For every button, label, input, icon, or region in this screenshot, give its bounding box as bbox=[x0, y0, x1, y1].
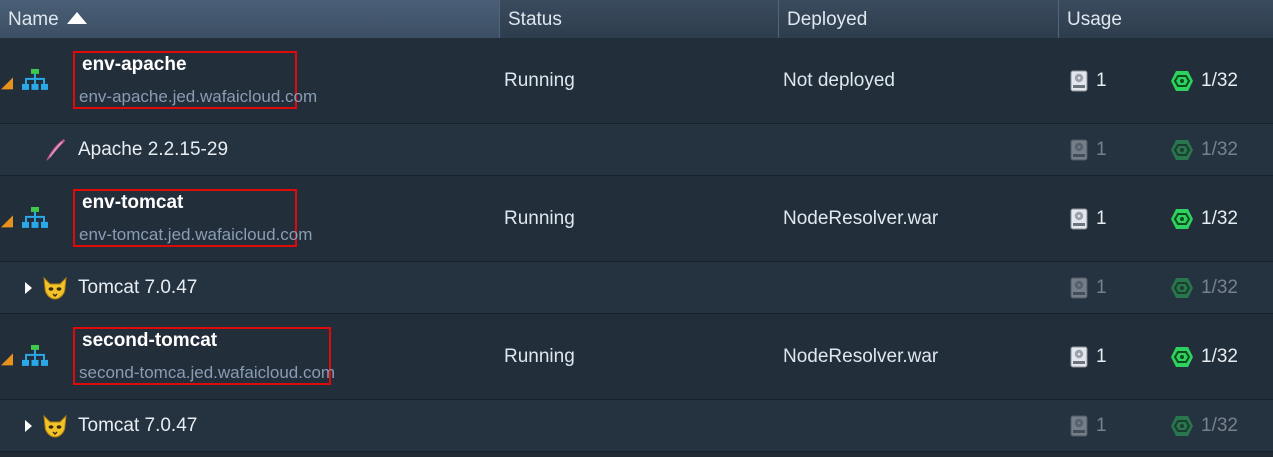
disk-count: 1 bbox=[1096, 207, 1107, 229]
apache-feather-icon bbox=[42, 137, 68, 163]
disk-usage: 1 bbox=[1070, 346, 1107, 368]
cloudlet-icon bbox=[1170, 70, 1194, 92]
environment-row[interactable]: env-apache env-apache.jed.wafaicloud.com R… bbox=[0, 38, 1273, 124]
disk-usage: 1 bbox=[1070, 208, 1107, 230]
column-header-name[interactable]: Name bbox=[0, 0, 500, 38]
grid-header: Name Status Deployed Usage bbox=[0, 0, 1273, 39]
node-name: Apache 2.2.15-29 bbox=[78, 138, 229, 160]
collapse-arrow-icon[interactable] bbox=[1, 214, 13, 227]
environments-grid: Name Status Deployed Usage env-apache env… bbox=[0, 0, 1273, 457]
environment-status: Running bbox=[504, 345, 575, 367]
disk-usage: 1 bbox=[1070, 415, 1107, 437]
expand-arrow-icon[interactable] bbox=[25, 281, 32, 294]
disk-icon bbox=[1070, 208, 1088, 230]
column-header-status[interactable]: Status bbox=[500, 0, 779, 38]
node-row[interactable]: Apache 2.2.15-29 1 1/32 bbox=[0, 124, 1273, 176]
environment-status: Running bbox=[504, 69, 575, 91]
environment-row[interactable]: env-tomcat env-tomcat.jed.wafaicloud.com R… bbox=[0, 176, 1273, 262]
collapse-arrow-icon[interactable] bbox=[1, 76, 13, 89]
cloudlet-count: 1/32 bbox=[1201, 138, 1238, 160]
cloudlet-icon bbox=[1170, 139, 1194, 161]
cloudlet-icon bbox=[1170, 208, 1194, 230]
environment-name: second-tomcat bbox=[82, 330, 218, 351]
node-row[interactable]: Tomcat 7.0.47 1 1/32 bbox=[0, 262, 1273, 314]
disk-usage: 1 bbox=[1070, 70, 1107, 92]
environment-domain-link[interactable]: env-apache.jed.wafaicloud.com bbox=[79, 87, 317, 107]
disk-icon bbox=[1070, 415, 1088, 437]
cloudlet-usage: 1/32 bbox=[1170, 415, 1238, 437]
column-header-name-label: Name bbox=[8, 9, 59, 30]
cloudlet-usage: 1/32 bbox=[1170, 346, 1238, 368]
environment-domain-link[interactable]: env-tomcat.jed.wafaicloud.com bbox=[79, 225, 312, 245]
disk-count: 1 bbox=[1096, 414, 1107, 436]
cloudlet-count: 1/32 bbox=[1201, 207, 1238, 229]
disk-icon bbox=[1070, 346, 1088, 368]
disk-icon bbox=[1070, 139, 1088, 161]
tomcat-cat-icon bbox=[42, 275, 68, 301]
environment-deployed: NodeResolver.war bbox=[783, 345, 939, 367]
environment-domain-link[interactable]: second-tomca.jed.wafaicloud.com bbox=[79, 363, 335, 383]
disk-icon bbox=[1070, 277, 1088, 299]
environment-deployed: Not deployed bbox=[783, 69, 895, 91]
cloudlet-count: 1/32 bbox=[1201, 345, 1238, 367]
column-header-usage[interactable]: Usage bbox=[1059, 0, 1273, 38]
cloudlet-count: 1/32 bbox=[1201, 276, 1238, 298]
tomcat-cat-icon bbox=[42, 413, 68, 439]
environment-topology-icon bbox=[22, 68, 48, 90]
collapse-arrow-icon[interactable] bbox=[1, 352, 13, 365]
expand-arrow-icon[interactable] bbox=[25, 419, 32, 432]
cloudlet-icon bbox=[1170, 277, 1194, 299]
environment-name: env-apache bbox=[82, 54, 187, 75]
cloudlet-usage: 1/32 bbox=[1170, 139, 1238, 161]
disk-count: 1 bbox=[1096, 69, 1107, 91]
node-row[interactable]: Tomcat 7.0.47 1 1/32 bbox=[0, 400, 1273, 452]
disk-count: 1 bbox=[1096, 138, 1107, 160]
column-header-deployed[interactable]: Deployed bbox=[779, 0, 1059, 38]
cloudlet-icon bbox=[1170, 346, 1194, 368]
cloudlet-count: 1/32 bbox=[1201, 69, 1238, 91]
disk-usage: 1 bbox=[1070, 277, 1107, 299]
column-header-usage-label: Usage bbox=[1067, 9, 1122, 30]
cloudlet-usage: 1/32 bbox=[1170, 70, 1238, 92]
column-header-deployed-label: Deployed bbox=[787, 9, 868, 30]
environment-deployed: NodeResolver.war bbox=[783, 207, 939, 229]
column-header-status-label: Status bbox=[508, 9, 562, 30]
environment-row[interactable]: second-tomcat second-tomca.jed.wafaicloud… bbox=[0, 314, 1273, 400]
cloudlet-count: 1/32 bbox=[1201, 414, 1238, 436]
cloudlet-icon bbox=[1170, 415, 1194, 437]
environment-topology-icon bbox=[22, 344, 48, 366]
disk-count: 1 bbox=[1096, 345, 1107, 367]
disk-count: 1 bbox=[1096, 276, 1107, 298]
disk-icon bbox=[1070, 70, 1088, 92]
disk-usage: 1 bbox=[1070, 139, 1107, 161]
environment-name: env-tomcat bbox=[82, 192, 184, 213]
sort-ascending-icon bbox=[66, 12, 87, 24]
node-name: Tomcat 7.0.47 bbox=[78, 414, 198, 436]
cloudlet-usage: 1/32 bbox=[1170, 208, 1238, 230]
environment-topology-icon bbox=[22, 206, 48, 228]
environment-status: Running bbox=[504, 207, 575, 229]
cloudlet-usage: 1/32 bbox=[1170, 277, 1238, 299]
node-name: Tomcat 7.0.47 bbox=[78, 276, 198, 298]
